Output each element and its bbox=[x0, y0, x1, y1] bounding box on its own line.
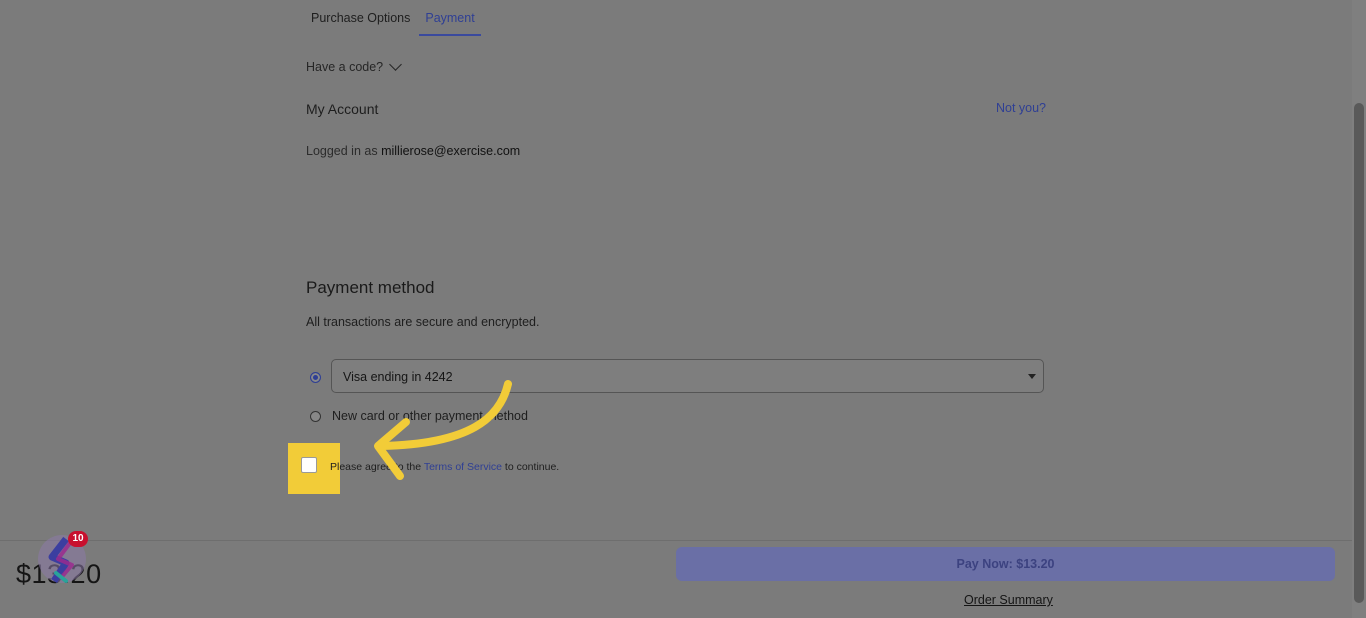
my-account-heading: My Account bbox=[306, 101, 379, 117]
tab-purchase-options[interactable]: Purchase Options bbox=[305, 0, 416, 36]
payment-security-note: All transactions are secure and encrypte… bbox=[306, 315, 540, 329]
pointer-arrow-icon bbox=[374, 380, 512, 480]
checkout-page: Purchase Options Payment Have a code? My… bbox=[0, 0, 1352, 618]
tos-checkbox[interactable] bbox=[301, 457, 317, 473]
payment-method-heading: Payment method bbox=[306, 278, 435, 297]
new-card-radio[interactable] bbox=[310, 411, 321, 422]
checkout-tabs: Purchase Options Payment bbox=[305, 0, 484, 36]
logged-in-text: Logged in as millierose@exercise.com bbox=[306, 144, 520, 158]
notification-badge: 10 bbox=[68, 531, 88, 547]
footer-divider bbox=[0, 540, 1352, 541]
not-you-link[interactable]: Not you? bbox=[996, 101, 1046, 115]
logged-in-prefix: Logged in as bbox=[306, 144, 378, 158]
have-a-code-label: Have a code? bbox=[306, 60, 384, 74]
have-a-code-toggle[interactable]: Have a code? bbox=[306, 58, 403, 74]
pay-now-button[interactable]: Pay Now: $13.20 bbox=[676, 547, 1335, 581]
tab-payment[interactable]: Payment bbox=[419, 0, 482, 36]
caret-down-icon bbox=[1028, 374, 1036, 379]
order-summary-link[interactable]: Order Summary bbox=[964, 593, 1053, 607]
scrollbar-track[interactable] bbox=[1352, 0, 1366, 618]
scrollbar-thumb[interactable] bbox=[1354, 103, 1364, 603]
saved-card-radio[interactable] bbox=[310, 372, 321, 383]
account-email: millierose@exercise.com bbox=[381, 144, 521, 158]
chevron-down-icon bbox=[389, 58, 403, 71]
